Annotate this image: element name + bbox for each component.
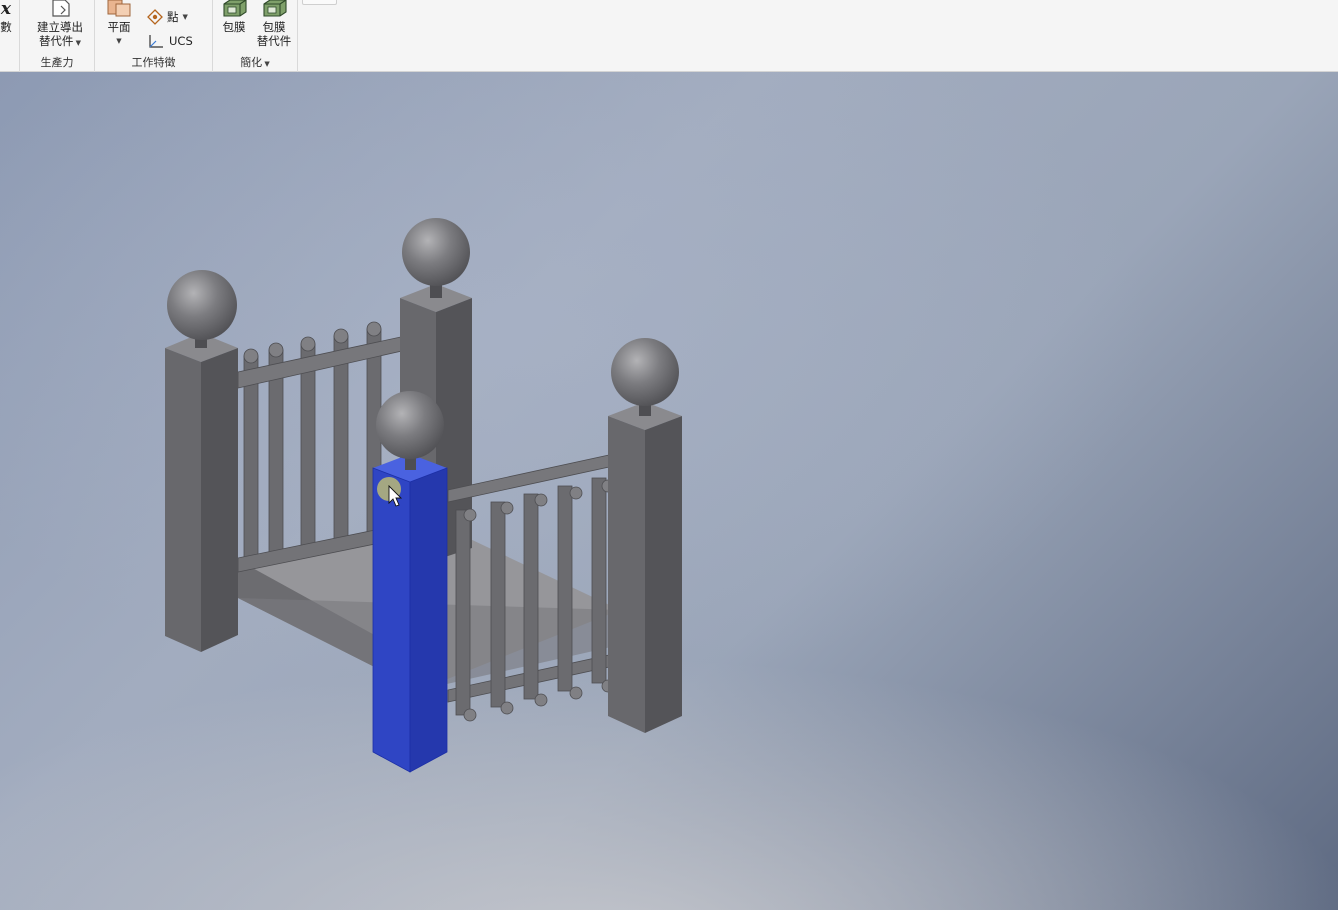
plane-button[interactable]: 平面 ▼ (101, 0, 137, 48)
derived-part-icon (52, 0, 70, 17)
panel-label-simplify[interactable]: 簡化 ▼ (213, 54, 297, 70)
fx-icon: x (0, 0, 12, 19)
ribbon-panel-work-features: 平面 ▼ 點 ▼ UCS 工作特徵 (95, 0, 213, 72)
create-derived-label-1: 建立導出 (37, 20, 83, 34)
create-derived-substitute-button[interactable]: 建立導出 替代件 ▼ (28, 0, 92, 50)
ribbon: x 數 建立導出 替代件 ▼ 生產力 平面 ▼ 點 ▼ UCS 工作特徵 包膜 … (0, 0, 1338, 72)
post-right[interactable] (608, 338, 682, 733)
ribbon-panel-simplify: 包膜 包膜 替代件 簡化 ▼ (213, 0, 298, 72)
shrinkwrap-substitute-label-1: 包膜 (262, 20, 286, 34)
chevron-down-icon: ▼ (262, 60, 270, 68)
shrinkwrap-substitute-button[interactable]: 包膜 替代件 (253, 0, 295, 48)
parameters-button[interactable]: x 數 (0, 0, 16, 34)
shrinkwrap-button[interactable]: 包膜 (217, 0, 251, 34)
plane-label: 平面 (107, 20, 131, 34)
graphics-viewport[interactable] (0, 72, 1338, 910)
panel-label-work-features: 工作特徵 (131, 56, 176, 69)
create-derived-label-2: 替代件 ▼ (38, 34, 82, 48)
ucs-button[interactable]: UCS (147, 33, 193, 49)
chevron-down-icon: ▼ (116, 37, 122, 45)
ribbon-panel-partial: x 數 (0, 0, 20, 72)
point-label: 點 (167, 10, 179, 24)
shrinkwrap-substitute-icon (263, 0, 287, 17)
parameters-label: 數 (0, 20, 12, 34)
point-icon (147, 9, 163, 25)
chevron-down-icon: ▼ (73, 39, 82, 47)
panel-label-productivity: 生產力 (40, 56, 74, 69)
ucs-label: UCS (169, 34, 193, 48)
shrinkwrap-label: 包膜 (222, 20, 246, 34)
model-view[interactable] (0, 72, 1338, 910)
plane-icon (107, 0, 131, 17)
post-front-left[interactable] (165, 270, 238, 652)
shrinkwrap-substitute-label-2: 替代件 (256, 34, 292, 48)
ribbon-tab-stub (302, 0, 337, 5)
ucs-icon (149, 35, 163, 48)
shrinkwrap-icon (223, 0, 247, 17)
ribbon-panel-productivity: 建立導出 替代件 ▼ 生產力 (20, 0, 95, 72)
point-button[interactable]: 點 ▼ (147, 9, 188, 25)
chevron-down-icon: ▼ (182, 13, 188, 21)
